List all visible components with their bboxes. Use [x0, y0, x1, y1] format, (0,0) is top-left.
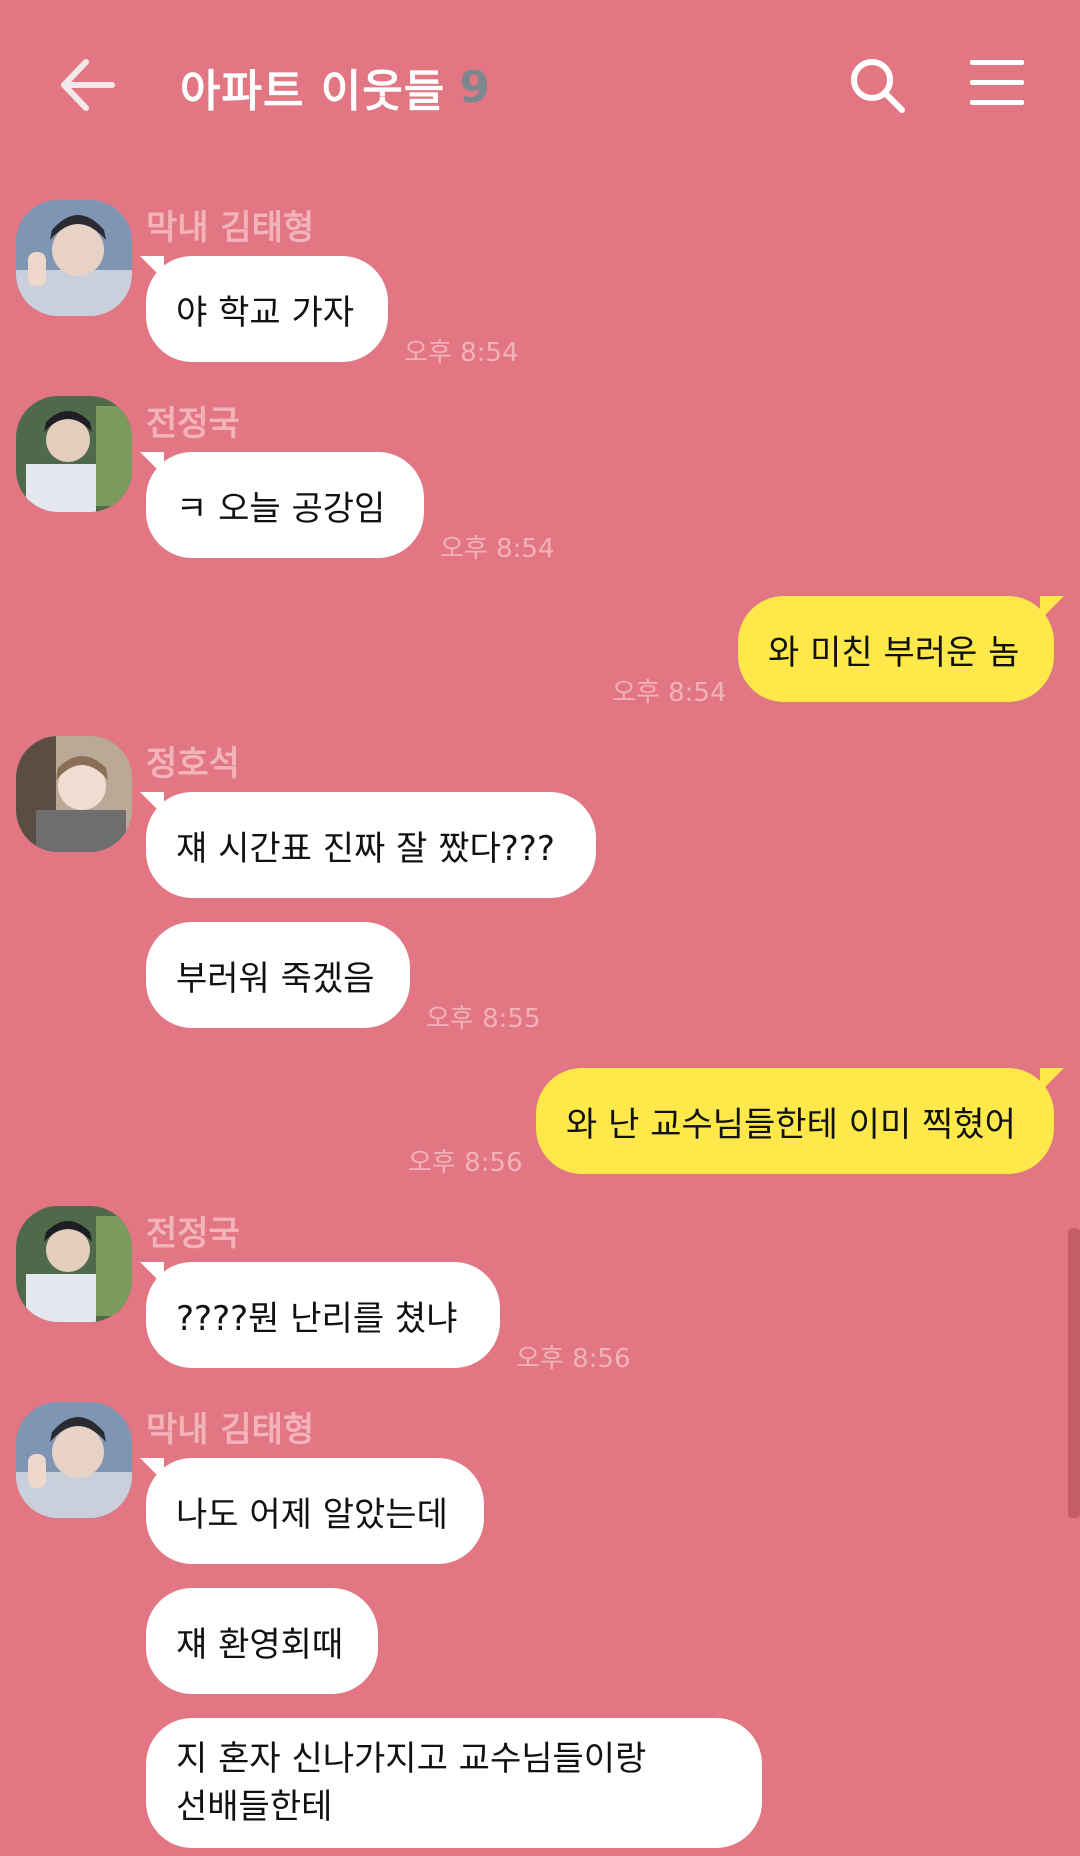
message-time: 오후 8:56: [408, 1148, 523, 1178]
hamburger-icon: [970, 60, 1024, 105]
sender-name: 막내 김태형: [146, 1410, 315, 1450]
member-count: 9: [459, 61, 490, 113]
message-bubble[interactable]: ????뭔 난리를 쳤냐: [146, 1262, 500, 1368]
bubble-tail: [1040, 596, 1064, 620]
message-bubble[interactable]: ㅋ 오늘 공강임: [146, 452, 424, 558]
message-time: 오후 8:54: [440, 534, 555, 564]
menu-button[interactable]: [970, 60, 1024, 110]
chat-header: 아파트 이웃들 9: [0, 0, 1080, 170]
search-icon: [851, 59, 905, 113]
scrollbar[interactable]: [1068, 1228, 1080, 1518]
message-time: 오후 8:54: [612, 678, 727, 708]
message-bubble[interactable]: 부러워 죽겠음: [146, 922, 410, 1028]
message-bubble[interactable]: 쟤 환영회때: [146, 1588, 378, 1694]
sender-name: 전정국: [146, 404, 240, 444]
bubble-tail: [1040, 1068, 1064, 1092]
avatar-taehyung[interactable]: [16, 200, 132, 316]
message-line: 선배들한테: [176, 1787, 333, 1827]
message-time: 오후 8:55: [426, 1004, 541, 1034]
message-bubble[interactable]: 야 학교 가자: [146, 256, 388, 362]
avatar-hoseok[interactable]: [16, 736, 132, 852]
message-time: 오후 8:54: [404, 338, 519, 368]
sender-name: 전정국: [146, 1214, 240, 1254]
back-button[interactable]: [56, 50, 146, 120]
message-bubble[interactable]: 나도 어제 알았는데: [146, 1458, 484, 1564]
chat-title-group: 아파트 이웃들 9: [180, 52, 490, 122]
my-message-bubble[interactable]: 와 난 교수님들한테 이미 찍혔어: [536, 1068, 1054, 1174]
message-bubble[interactable]: 지 혼자 신나가지고 교수님들이랑 선배들한테: [146, 1718, 762, 1848]
chat-title: 아파트 이웃들: [180, 66, 446, 117]
chat-screen: 아파트 이웃들 9 막내 김태형 야 학교 가자 오후 8:54 전정국 ㅋ 오…: [0, 0, 1080, 1856]
message-line: 지 혼자 신나가지고 교수님들이랑: [176, 1739, 647, 1779]
my-message-bubble[interactable]: 와 미친 부러운 놈: [738, 596, 1054, 702]
search-button[interactable]: [848, 56, 908, 116]
arrow-left-icon: [61, 59, 115, 111]
sender-name: 막내 김태형: [146, 208, 315, 248]
avatar-taehyung[interactable]: [16, 1402, 132, 1518]
avatar-jungkook[interactable]: [16, 1206, 132, 1322]
avatar-jungkook[interactable]: [16, 396, 132, 512]
sender-name: 정호석: [146, 744, 240, 784]
message-time: 오후 8:56: [516, 1344, 631, 1374]
message-bubble[interactable]: 쟤 시간표 진짜 잘 짰다???: [146, 792, 596, 898]
